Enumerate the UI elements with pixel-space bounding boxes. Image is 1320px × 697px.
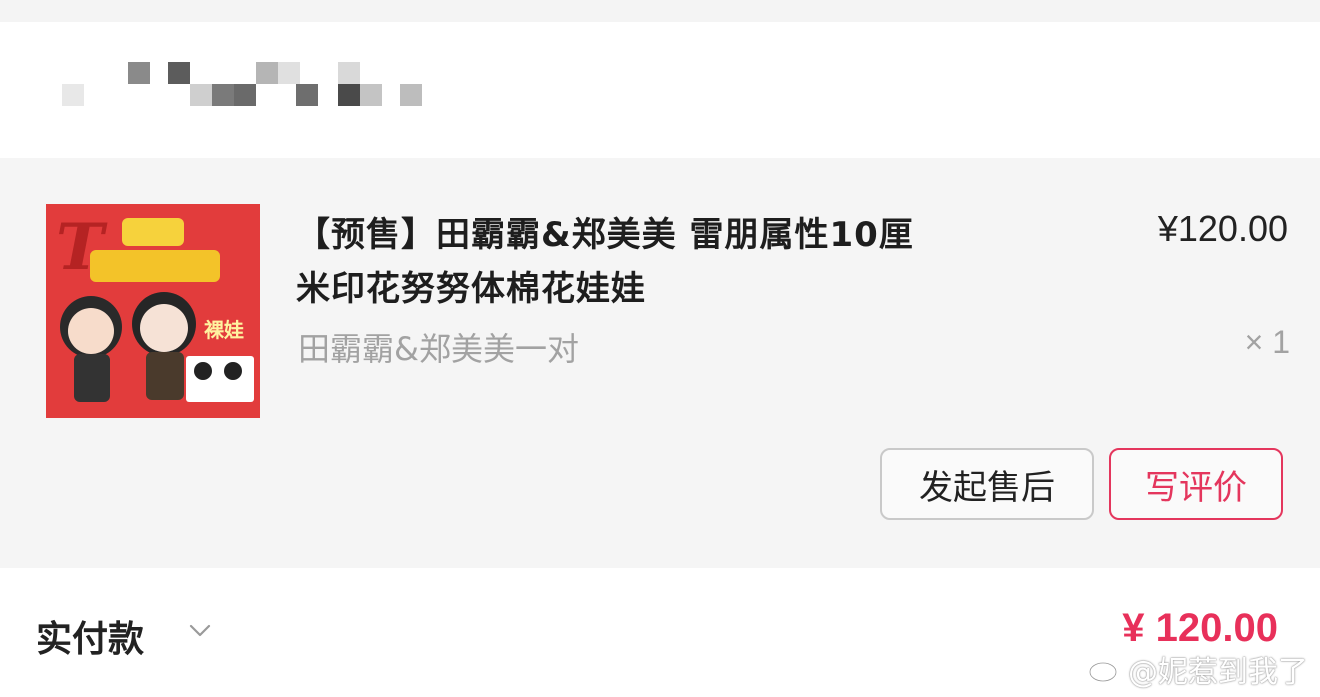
watermark: @妮惹到我了 (1088, 647, 1308, 691)
redaction-pixel (62, 84, 84, 106)
top-strip (0, 0, 1320, 22)
thumbnail-tag: 裸娃 (204, 318, 244, 342)
thumbnail-banner-top (122, 218, 184, 246)
weibo-icon (1088, 657, 1121, 683)
redaction-pixel (168, 62, 190, 84)
doll-body-left (74, 354, 110, 402)
doll-face-left (68, 308, 114, 354)
redaction-pixel (296, 84, 318, 106)
order-product-card[interactable]: T 裸娃 【预售】田霸霸&郑美美 雷朋属性10厘米印花努努体棉花娃娃 ¥120.… (0, 158, 1320, 568)
paid-amount-label: 实付款 (36, 619, 145, 660)
thumbnail-mini-preview (186, 356, 254, 402)
product-price: ¥120.00 (1157, 208, 1288, 249)
product-variant: 田霸霸&郑美美一对 (298, 330, 579, 368)
doll-body-right (146, 352, 184, 400)
product-thumbnail[interactable]: T 裸娃 (46, 204, 260, 418)
redaction-pixel (212, 84, 234, 106)
shop-header-redacted (0, 22, 1320, 158)
product-quantity: × 1 (1244, 324, 1290, 360)
write-review-button[interactable]: 写评价 (1109, 448, 1283, 520)
mini-doll-head (224, 362, 242, 380)
redaction-pixel (338, 62, 360, 84)
redaction-pixel (278, 62, 300, 84)
redaction-pixel (360, 84, 382, 106)
redaction-pixel (400, 84, 422, 106)
product-title[interactable]: 【预售】田霸霸&郑美美 雷朋属性10厘米印花努努体棉花娃娃 (296, 208, 936, 316)
doll-face-right (140, 304, 188, 352)
redaction-pixel (190, 84, 212, 106)
after-sales-button[interactable]: 发起售后 (880, 448, 1094, 520)
chevron-down-icon[interactable] (188, 618, 212, 642)
redaction-pixel (234, 84, 256, 106)
redaction-pixel (128, 62, 150, 84)
redaction-pixel (256, 62, 278, 84)
mini-doll-head (194, 362, 212, 380)
redaction-pixel (338, 84, 360, 106)
watermark-text: @妮惹到我了 (1128, 655, 1308, 690)
thumbnail-banner-bottom (90, 250, 220, 282)
paid-amount-value: ¥ 120.00 (1122, 606, 1278, 650)
